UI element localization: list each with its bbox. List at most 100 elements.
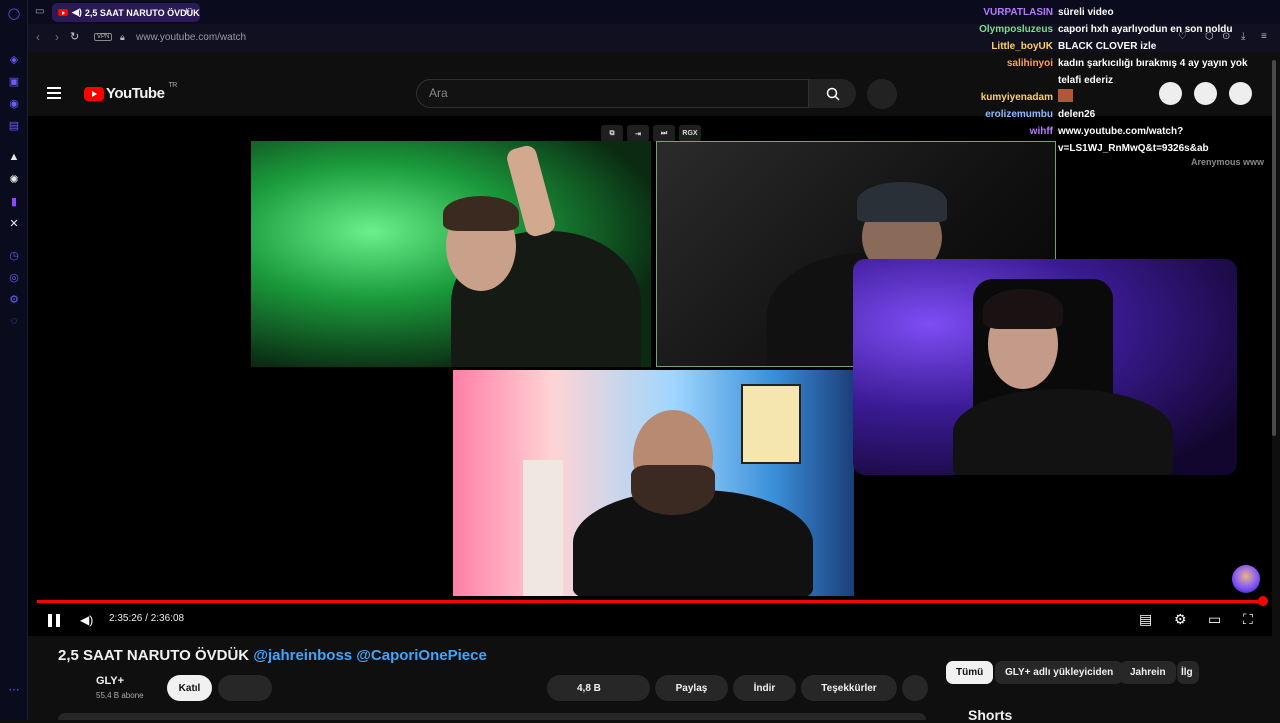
aria-icon[interactable]: ▲ bbox=[7, 150, 21, 164]
join-button[interactable]: Katıl bbox=[167, 675, 212, 701]
chatgpt-icon[interactable]: ✺ bbox=[7, 172, 21, 186]
search-icon bbox=[826, 87, 840, 101]
volume-icon[interactable]: ◀) bbox=[80, 613, 93, 627]
time-display: 2:35:26 / 2:36:08 bbox=[109, 613, 185, 624]
subtitles-icon[interactable]: ▤ bbox=[1139, 611, 1152, 628]
shorts-heading: Shorts bbox=[968, 707, 1013, 723]
popout-icon[interactable]: ⧉ bbox=[601, 125, 623, 142]
chip-all[interactable]: Tümü bbox=[946, 661, 994, 684]
youtube-logo[interactable]: YouTube TR bbox=[84, 82, 177, 102]
video-player[interactable]: ⧉ ⇥ ⏭ RGX ◀) 2:35:26 / 2:36:08 ▤ ⚙ ▭ ⛶ bbox=[28, 116, 1272, 636]
progress-scrubber[interactable] bbox=[1258, 596, 1268, 606]
vpn-badge[interactable]: VPN bbox=[94, 33, 113, 41]
download-button[interactable]: İndir bbox=[733, 675, 796, 701]
new-tab-button[interactable]: + bbox=[183, 4, 190, 18]
fullscreen-icon[interactable]: ⛶ bbox=[1243, 611, 1253, 628]
chat-username[interactable] bbox=[960, 140, 1058, 157]
chat-message: Olymposluzeus capori hxh ayarlıyodun en s… bbox=[960, 21, 1264, 38]
tab-youtube[interactable]: ◀) 2,5 SAAT NARUTO ÖVDÜK bbox=[52, 3, 200, 22]
chip-uploader[interactable]: GLY+ adlı yükleyiciden bbox=[995, 661, 1124, 684]
share-button[interactable]: Paylaş bbox=[655, 675, 728, 701]
skip-icon[interactable]: ⏭ bbox=[653, 125, 675, 142]
thanks-button[interactable]: Teşekkürler bbox=[801, 675, 897, 701]
settings-gear-icon[interactable]: ⚙ bbox=[1174, 611, 1187, 628]
subscriber-count: 55,4 B abone bbox=[96, 691, 144, 700]
webcam-feed-1 bbox=[251, 141, 651, 367]
chat-username[interactable]: erolizemumbu bbox=[960, 106, 1058, 123]
reload-icon[interactable]: ↻ bbox=[70, 30, 79, 43]
more-icon[interactable]: ⋯ bbox=[7, 682, 21, 696]
chat-username[interactable]: Little_boyUK bbox=[960, 38, 1058, 55]
audio-playing-icon[interactable]: ◀) bbox=[72, 7, 82, 18]
chat-text: telafi ederiz bbox=[1058, 75, 1114, 86]
chat-username[interactable]: wihff bbox=[960, 123, 1058, 140]
theater-mode-icon[interactable]: ▭ bbox=[1208, 611, 1221, 628]
chip-jahrein[interactable]: Jahrein bbox=[1120, 661, 1176, 684]
chat-text: v=LS1WJ_RnMwQ&t=9326s&ab bbox=[1058, 143, 1209, 154]
chat-message: wihff www.youtube.com/watch? bbox=[960, 123, 1264, 140]
chat-message: erolizemumbu delen26 bbox=[960, 106, 1264, 123]
chat-footer: Arenymous www bbox=[1191, 157, 1265, 167]
search-button[interactable] bbox=[809, 79, 856, 108]
chat-text: www.youtube.com/watch? bbox=[1058, 126, 1184, 137]
voice-search-button[interactable] bbox=[867, 79, 897, 109]
search-input[interactable]: Ara bbox=[416, 79, 809, 108]
chat-text: delen26 bbox=[1058, 109, 1096, 120]
speed-dial-icon[interactable]: ◈ bbox=[7, 52, 21, 66]
region-code: TR bbox=[168, 82, 177, 89]
chat-overlay: VURPATLASIN süreli video Olymposluzeus capo… bbox=[960, 4, 1264, 157]
video-title-text: 2,5 SAAT NARUTO ÖVDÜK bbox=[58, 647, 250, 664]
pause-icon[interactable] bbox=[48, 614, 60, 627]
chat-username[interactable]: salihinyoi bbox=[960, 55, 1058, 72]
url-field[interactable]: www.youtube.com/watch bbox=[136, 32, 246, 43]
tab-menu-icon[interactable]: ▭ bbox=[35, 6, 44, 17]
chat-message: Little_boyUK BLACK CLOVER izle bbox=[960, 38, 1264, 55]
hamburger-menu-icon[interactable] bbox=[47, 87, 61, 99]
login-icon[interactable]: ⇥ bbox=[627, 125, 649, 142]
messenger-icon[interactable]: ◉ bbox=[7, 96, 21, 110]
settings-icon[interactable]: ⚙ bbox=[7, 292, 21, 306]
history-icon[interactable]: ◷ bbox=[7, 248, 21, 262]
chat-message: telafi ederiz bbox=[960, 72, 1264, 89]
chat-emote-icon bbox=[1058, 89, 1073, 102]
chat-username[interactable] bbox=[960, 72, 1058, 89]
chat-message: v=LS1WJ_RnMwQ&t=9326s&ab bbox=[960, 140, 1264, 157]
youtube-play-icon bbox=[84, 86, 104, 101]
rgx-button[interactable]: RGX bbox=[679, 125, 701, 142]
browser-sidebar: ◯ ◈ ▣ ◉ ▤ ▲ ✺ ▮ ✕ ◷ ◎ ⚙ ◌ ⋯ bbox=[0, 0, 28, 720]
like-count: 4,8 B bbox=[577, 682, 601, 694]
page-scrollbar[interactable] bbox=[1272, 60, 1276, 436]
bookmarks-icon[interactable]: ▣ bbox=[7, 74, 21, 88]
stream-tools: ⧉ ⇥ ⏭ RGX bbox=[601, 125, 701, 142]
like-button[interactable]: 4,8 B bbox=[547, 675, 650, 701]
subscribe-button[interactable] bbox=[218, 675, 272, 701]
chat-text: süreli video bbox=[1058, 7, 1114, 18]
chat-username[interactable]: Olymposluzeus bbox=[960, 21, 1058, 38]
extensions-icon[interactable]: ◎ bbox=[7, 270, 21, 284]
chat-username[interactable]: kumyiyenadam bbox=[960, 89, 1058, 106]
chat-text: kadın şarkıcılığı bırakmış 4 ay yayın yo… bbox=[1058, 58, 1248, 69]
video-tags[interactable]: @jahreinboss @CaporiOnePiece bbox=[253, 647, 487, 664]
youtube-favicon-icon bbox=[58, 9, 68, 16]
channel-name[interactable]: GLY+ bbox=[96, 675, 124, 687]
lock-icon[interactable]: 🔒︎ bbox=[120, 32, 125, 43]
twitch-icon[interactable]: ▮ bbox=[7, 194, 21, 208]
webcam-feed-4 bbox=[453, 370, 854, 596]
chat-text: capori hxh ayarlıyodun en son noldu bbox=[1058, 24, 1233, 35]
chat-message: salihinyoi kadın şarkıcılığı bırakmış 4 a… bbox=[960, 55, 1264, 72]
back-icon[interactable]: ‹ bbox=[36, 30, 40, 44]
channel-watermark[interactable] bbox=[1232, 565, 1260, 593]
wallet-icon[interactable]: ▤ bbox=[7, 118, 21, 132]
opera-logo-icon[interactable]: ◯ bbox=[7, 6, 21, 20]
downloads-icon[interactable]: ◌ bbox=[7, 314, 21, 328]
forward-icon[interactable]: › bbox=[55, 30, 59, 44]
webcam-feed-3 bbox=[853, 259, 1237, 475]
progress-bar[interactable] bbox=[37, 600, 1263, 603]
more-actions-button[interactable] bbox=[902, 675, 928, 701]
x-icon[interactable]: ✕ bbox=[7, 216, 21, 230]
chip-related[interactable]: İlg bbox=[1177, 661, 1199, 684]
chat-message: kumyiyenadam bbox=[960, 89, 1264, 106]
youtube-logo-text: YouTube bbox=[106, 85, 165, 102]
description-box[interactable] bbox=[58, 713, 926, 720]
chat-username[interactable]: VURPATLASIN bbox=[960, 4, 1058, 21]
